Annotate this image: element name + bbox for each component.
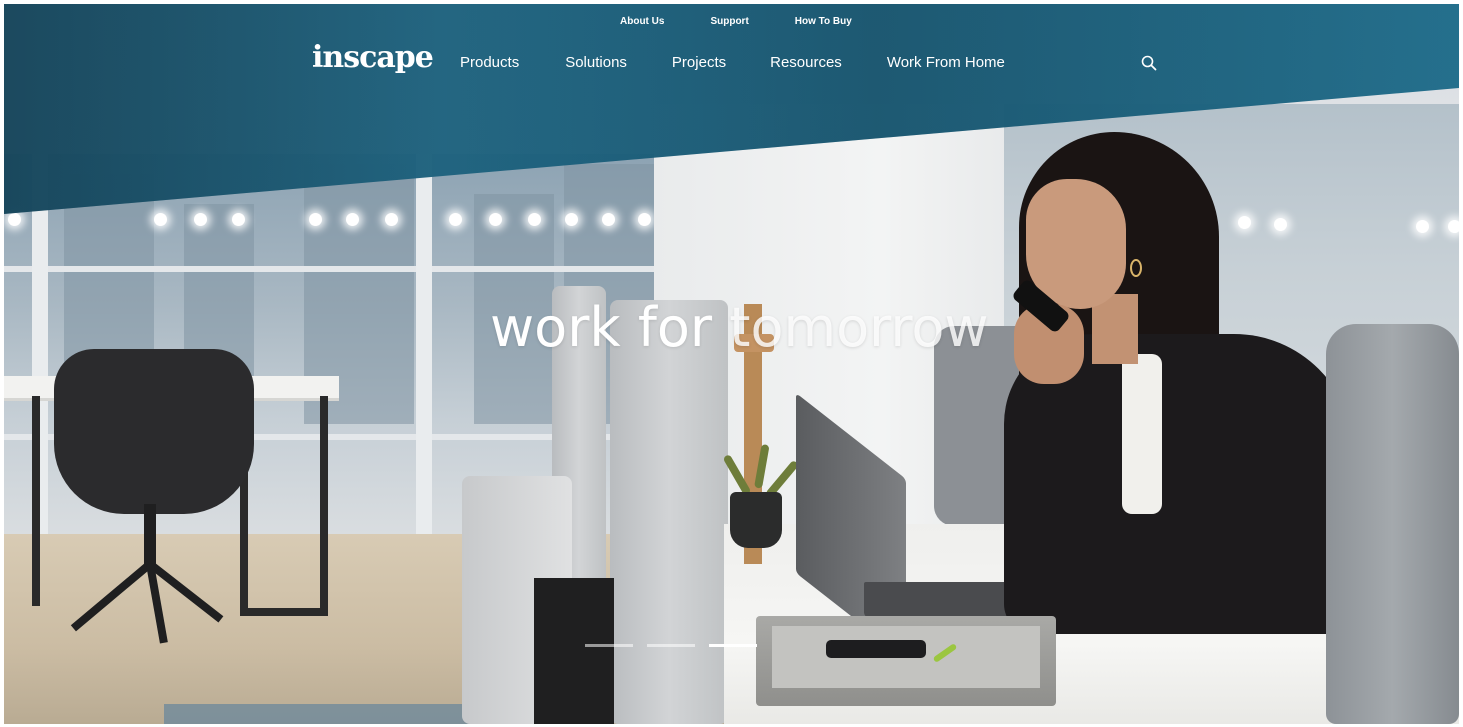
search-button[interactable] bbox=[1140, 54, 1158, 72]
ceiling-light bbox=[8, 213, 21, 226]
page: work for tomorrow About Us Support How T… bbox=[0, 0, 1463, 727]
ceiling-light bbox=[232, 213, 245, 226]
utility-nav: About Us Support How To Buy bbox=[620, 16, 852, 27]
earring bbox=[1130, 259, 1142, 277]
ceiling-light bbox=[309, 213, 322, 226]
slide-indicator-2[interactable] bbox=[647, 644, 695, 647]
desk-leg bbox=[32, 396, 40, 606]
headline-part-2: tomorrow bbox=[729, 296, 989, 359]
page-edge bbox=[1459, 0, 1463, 727]
ceiling-light bbox=[1416, 220, 1429, 233]
dark-cabinet bbox=[534, 578, 614, 724]
ceiling-light bbox=[346, 213, 359, 226]
desk-leg bbox=[240, 608, 328, 616]
ceiling-light bbox=[638, 213, 651, 226]
utility-link-about-us[interactable]: About Us bbox=[620, 16, 664, 27]
logo[interactable]: inscape bbox=[312, 40, 434, 75]
grey-chair bbox=[1326, 324, 1459, 724]
window-mullion bbox=[416, 154, 432, 534]
plant-pot bbox=[730, 492, 782, 548]
chair-stem bbox=[144, 504, 156, 564]
slide-indicator-3[interactable] bbox=[709, 644, 757, 647]
ceiling-light bbox=[194, 213, 207, 226]
ceiling-light bbox=[489, 213, 502, 226]
utility-link-support[interactable]: Support bbox=[710, 16, 748, 27]
desk-leg bbox=[320, 396, 328, 616]
nav-item-resources[interactable]: Resources bbox=[770, 54, 842, 71]
ceiling-light bbox=[449, 213, 462, 226]
ceiling-light bbox=[565, 213, 578, 226]
woman-shirt bbox=[1122, 354, 1162, 514]
utility-link-how-to-buy[interactable]: How To Buy bbox=[795, 16, 852, 27]
nav-item-projects[interactable]: Projects bbox=[672, 54, 726, 71]
ceiling-light bbox=[1274, 218, 1287, 231]
privacy-screen bbox=[610, 300, 728, 724]
ceiling-light bbox=[528, 213, 541, 226]
search-icon bbox=[1141, 55, 1157, 71]
window-rail bbox=[4, 266, 684, 272]
rug bbox=[164, 704, 494, 724]
ceiling-light bbox=[385, 213, 398, 226]
nav-item-work-from-home[interactable]: Work From Home bbox=[887, 54, 1005, 71]
slide-indicator-1[interactable] bbox=[585, 644, 633, 647]
nav-item-products[interactable]: Products bbox=[460, 54, 519, 71]
ceiling-light bbox=[154, 213, 167, 226]
main-nav: Products Solutions Projects Resources Wo… bbox=[460, 54, 1005, 71]
nav-item-solutions[interactable]: Solutions bbox=[565, 54, 627, 71]
hero-headline: work for tomorrow bbox=[490, 296, 989, 359]
office-chair bbox=[54, 349, 254, 514]
ceiling-light bbox=[602, 213, 615, 226]
headline-part-1: work for bbox=[490, 296, 713, 359]
ceiling-light bbox=[1238, 216, 1251, 229]
slide-indicators bbox=[585, 644, 757, 647]
phone-on-tray bbox=[826, 640, 926, 658]
ceiling-light bbox=[1448, 220, 1459, 233]
